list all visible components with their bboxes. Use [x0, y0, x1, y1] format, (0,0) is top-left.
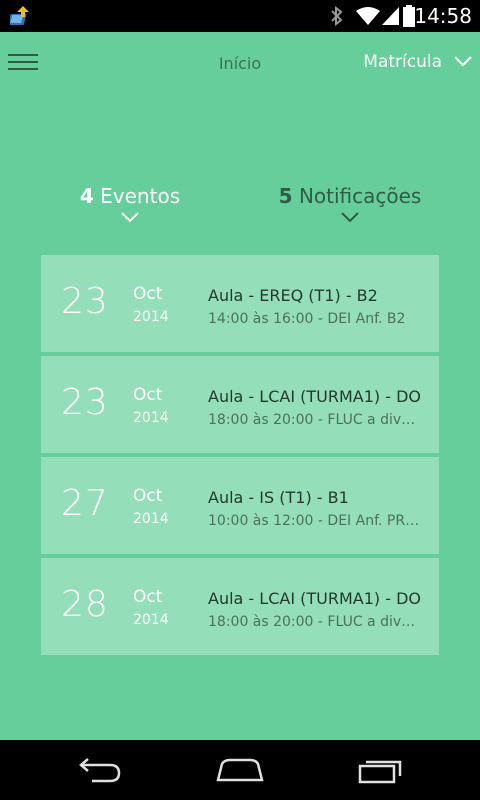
chevron-down-icon — [341, 212, 359, 223]
event-title: Aula - IS (T1) - B1 — [208, 488, 349, 507]
app-icon — [10, 6, 29, 25]
event-title: Aula - LCAI (TURMA1) - DO — [208, 589, 421, 608]
event-month: Oct — [133, 385, 163, 405]
notifications-tab[interactable]: 5 Notificações — [260, 184, 440, 223]
event-day: 23 — [61, 382, 109, 423]
status-clock: 14:58 — [414, 4, 472, 28]
wifi-icon — [356, 7, 380, 25]
home-icon[interactable] — [216, 756, 264, 784]
event-card[interactable]: 27 Oct 2014 Aula - IS (T1) - B1 10:00 às… — [41, 457, 439, 554]
action-bar: Início Matrícula — [0, 32, 480, 94]
events-label: Eventos — [100, 184, 181, 208]
signal-icon — [382, 7, 399, 25]
battery-icon — [403, 5, 415, 27]
event-month: Oct — [133, 486, 163, 506]
event-year: 2014 — [133, 511, 169, 527]
account-dropdown-label: Matrícula — [363, 52, 442, 72]
event-day: 23 — [61, 281, 109, 322]
notifications-count: 5 — [278, 184, 293, 208]
event-month: Oct — [133, 587, 163, 607]
event-details: 10:00 às 12:00 - DEI Anf. PRODUÇÃO — [208, 513, 423, 529]
bluetooth-icon — [331, 6, 343, 26]
event-day: 28 — [61, 584, 109, 625]
event-card[interactable]: 23 Oct 2014 Aula - EREQ (T1) - B2 14:00 … — [41, 255, 439, 352]
notifications-tab-label: 5 Notificações — [260, 184, 440, 208]
event-title: Aula - LCAI (TURMA1) - DO — [208, 387, 421, 406]
account-dropdown[interactable]: Matrícula — [363, 52, 472, 72]
chevron-down-icon — [454, 55, 472, 66]
status-bar: 14:58 — [0, 0, 480, 32]
recent-apps-icon[interactable] — [358, 756, 404, 784]
event-details: 14:00 às 16:00 - DEI Anf. B2 — [208, 311, 406, 327]
summary-tabs: 4 Eventos 5 Notificações — [0, 184, 480, 244]
event-card[interactable]: 28 Oct 2014 Aula - LCAI (TURMA1) - DO 18… — [41, 558, 439, 655]
chevron-down-icon — [121, 212, 139, 223]
event-card[interactable]: 23 Oct 2014 Aula - LCAI (TURMA1) - DO 18… — [41, 356, 439, 453]
events-tab-label: 4 Eventos — [50, 184, 210, 208]
event-year: 2014 — [133, 309, 169, 325]
back-icon[interactable] — [78, 756, 122, 784]
events-count: 4 — [79, 184, 94, 208]
event-details: 18:00 às 20:00 - FLUC a divulgar — [208, 614, 423, 630]
system-nav-bar — [0, 740, 480, 800]
events-tab[interactable]: 4 Eventos — [50, 184, 210, 223]
event-year: 2014 — [133, 612, 169, 628]
event-title: Aula - EREQ (T1) - B2 — [208, 286, 378, 305]
event-month: Oct — [133, 284, 163, 304]
event-day: 27 — [61, 483, 109, 524]
event-year: 2014 — [133, 410, 169, 426]
event-details: 18:00 às 20:00 - FLUC a divulgar — [208, 412, 423, 428]
events-list: 23 Oct 2014 Aula - EREQ (T1) - B2 14:00 … — [41, 255, 439, 659]
notifications-label: Notificações — [298, 184, 422, 208]
